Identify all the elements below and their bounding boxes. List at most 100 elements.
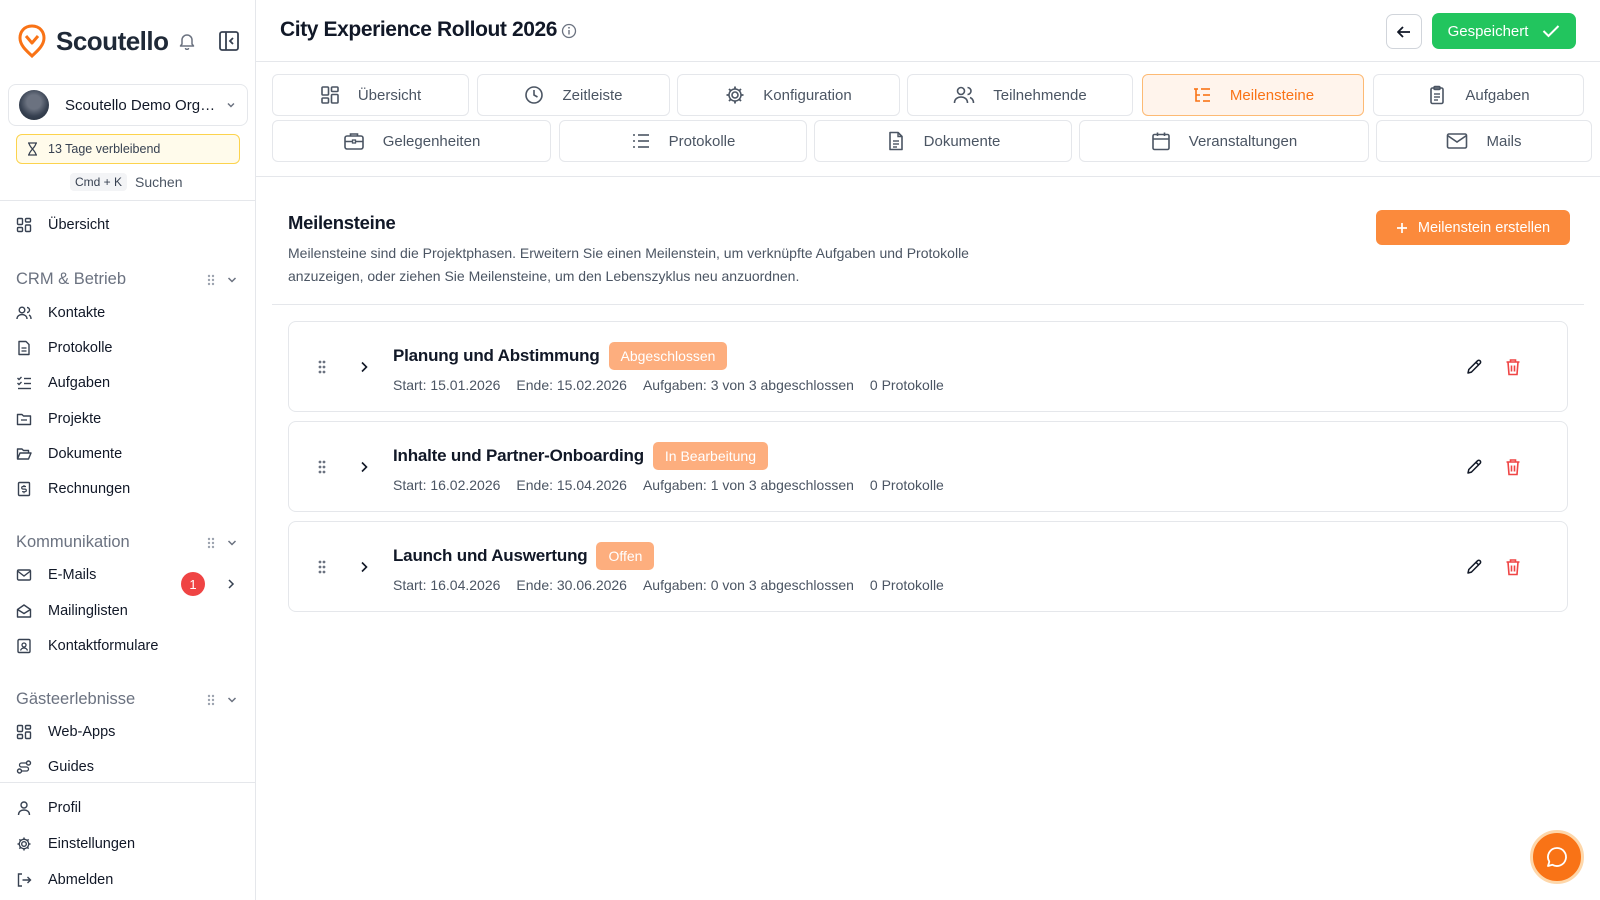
chat-bubble-icon <box>1547 847 1567 867</box>
tab-tasks[interactable]: Aufgaben <box>1373 74 1584 116</box>
milestone-start: Start: 15.01.2026 <box>393 377 501 393</box>
sidebar-collapse-icon[interactable] <box>218 30 240 52</box>
tab-timeline[interactable]: Zeitleiste <box>477 74 670 116</box>
milestone-card[interactable]: Inhalte und Partner-Onboarding In Bearbe… <box>288 421 1568 512</box>
milestone-end: Ende: 15.02.2026 <box>516 377 627 393</box>
tab-opportunities[interactable]: Gelegenheiten <box>272 120 551 162</box>
sidebar-item-label: Abmelden <box>48 872 114 888</box>
saved-button[interactable]: Gespeichert <box>1432 13 1576 49</box>
tab-protocols[interactable]: Protokolle <box>559 120 807 162</box>
contact-card-icon <box>17 638 31 654</box>
section-communication[interactable]: Kommunikation <box>16 533 240 552</box>
search-trigger[interactable]: Cmd + K Suchen <box>70 173 183 191</box>
sidebar-item-guides[interactable]: Guides <box>16 760 94 778</box>
info-icon[interactable] <box>561 23 577 39</box>
section-crm[interactable]: CRM & Betrieb <box>16 270 240 289</box>
divider <box>0 782 256 783</box>
logo-icon <box>18 24 46 58</box>
org-switcher[interactable]: Scoutello Demo Organisation <box>8 84 248 126</box>
drag-handle-icon[interactable] <box>206 273 216 287</box>
brand[interactable]: Scoutello <box>18 24 169 58</box>
sidebar-item-settings[interactable]: Einstellungen <box>16 833 135 855</box>
sidebar-item-mailinglists[interactable]: Mailinglisten <box>16 600 128 622</box>
drag-handle-icon[interactable] <box>317 559 327 575</box>
users-icon <box>16 306 32 320</box>
bell-icon[interactable] <box>179 32 195 50</box>
section-guest-experiences[interactable]: Gästeerlebnisse <box>16 690 240 709</box>
sidebar-item-overview[interactable]: Übersicht <box>16 214 109 236</box>
tab-overview[interactable]: Übersicht <box>272 74 469 116</box>
milestone-end: Ende: 15.04.2026 <box>516 477 627 493</box>
tab-milestones[interactable]: Meilensteine <box>1142 74 1364 116</box>
sidebar-item-projects[interactable]: Projekte <box>16 408 101 430</box>
sidebar-item-emails[interactable]: E-Mails <box>16 564 240 586</box>
pencil-icon[interactable] <box>1465 558 1483 576</box>
drag-handle-icon[interactable] <box>206 693 216 707</box>
drag-handle-icon[interactable] <box>317 459 327 475</box>
milestone-name: Inhalte und Partner-Onboarding <box>393 446 644 465</box>
milestone-meta: Start: 15.01.2026 Ende: 15.02.2026 Aufga… <box>393 377 944 393</box>
brand-name: Scoutello <box>56 25 169 56</box>
sidebar-item-protocols[interactable]: Protokolle <box>16 337 112 359</box>
main-content: City Experience Rollout 2026 Gespeichert… <box>256 0 1600 900</box>
tab-label: Konfiguration <box>763 86 852 104</box>
section-title: Kommunikation <box>16 533 130 551</box>
clock-icon <box>525 86 544 104</box>
project-tabs: Übersicht Zeitleiste Konfiguration Teiln… <box>256 62 1600 177</box>
drag-handle-icon[interactable] <box>317 359 327 375</box>
milestone-name: Launch und Auswertung <box>393 546 588 565</box>
sidebar-item-contacts[interactable]: Kontakte <box>16 302 105 324</box>
tab-label: Zeitleiste <box>562 86 623 104</box>
mail-open-icon <box>16 604 32 618</box>
status-badge: Abgeschlossen <box>608 342 728 370</box>
divider <box>0 200 256 201</box>
chevron-right-icon[interactable] <box>359 460 369 474</box>
hourglass-icon <box>28 142 37 156</box>
chevron-right-icon[interactable] <box>226 578 236 590</box>
grid-icon <box>16 724 32 740</box>
sidebar-item-contactforms[interactable]: Kontaktformulare <box>16 635 158 657</box>
sidebar-item-logout[interactable]: Abmelden <box>16 869 113 891</box>
create-milestone-button[interactable]: Meilenstein erstellen <box>1376 210 1570 245</box>
chat-launcher-button[interactable] <box>1530 830 1584 884</box>
sidebar-item-documents[interactable]: Dokumente <box>16 443 122 465</box>
milestone-card[interactable]: Planung und Abstimmung Abgeschlossen Sta… <box>288 321 1568 412</box>
tab-label: Aufgaben <box>1465 86 1530 104</box>
chevron-down-icon[interactable] <box>226 274 238 286</box>
trash-icon[interactable] <box>1505 558 1521 576</box>
chevron-down-icon[interactable] <box>226 694 238 706</box>
sidebar-item-label: Aufgaben <box>48 375 111 391</box>
tab-documents[interactable]: Dokumente <box>814 120 1072 162</box>
divider <box>272 304 1584 305</box>
section-title: CRM & Betrieb <box>16 270 127 288</box>
tab-configuration[interactable]: Konfiguration <box>677 74 900 116</box>
user-icon <box>17 801 31 816</box>
receipt-icon <box>17 481 31 497</box>
folder-open-icon <box>16 448 32 460</box>
org-avatar <box>19 90 49 120</box>
tab-events[interactable]: Veranstaltungen <box>1079 120 1369 162</box>
chevron-right-icon[interactable] <box>359 560 369 574</box>
pencil-icon[interactable] <box>1465 458 1483 476</box>
pencil-icon[interactable] <box>1465 358 1483 376</box>
milestone-card[interactable]: Launch und Auswertung Offen Start: 16.04… <box>288 521 1568 612</box>
chevron-right-icon[interactable] <box>359 360 369 374</box>
sidebar-item-tasks[interactable]: Aufgaben <box>16 372 110 394</box>
org-name: Scoutello Demo Organisation <box>65 96 220 114</box>
sidebar-item-label: Kontaktformulare <box>48 638 159 654</box>
section-title: Gästeerlebnisse <box>16 690 136 708</box>
back-button[interactable] <box>1386 14 1422 49</box>
sidebar-item-label: Web-Apps <box>48 724 116 740</box>
trash-icon[interactable] <box>1505 358 1521 376</box>
status-badge: In Bearbeitung <box>652 442 768 470</box>
chevron-down-icon <box>227 102 235 108</box>
tab-mails[interactable]: Mails <box>1376 120 1592 162</box>
sidebar-item-webapps[interactable]: Web-Apps <box>16 721 115 743</box>
tab-participants[interactable]: Teilnehmende <box>907 74 1133 116</box>
sidebar-item-profile[interactable]: Profil <box>16 797 81 819</box>
chevron-down-icon[interactable] <box>226 537 238 549</box>
sidebar-item-invoices[interactable]: Rechnungen <box>16 478 130 500</box>
section-description: Meilensteine sind die Projektphasen. Erw… <box>288 245 969 284</box>
drag-handle-icon[interactable] <box>206 536 216 550</box>
trash-icon[interactable] <box>1505 458 1521 476</box>
